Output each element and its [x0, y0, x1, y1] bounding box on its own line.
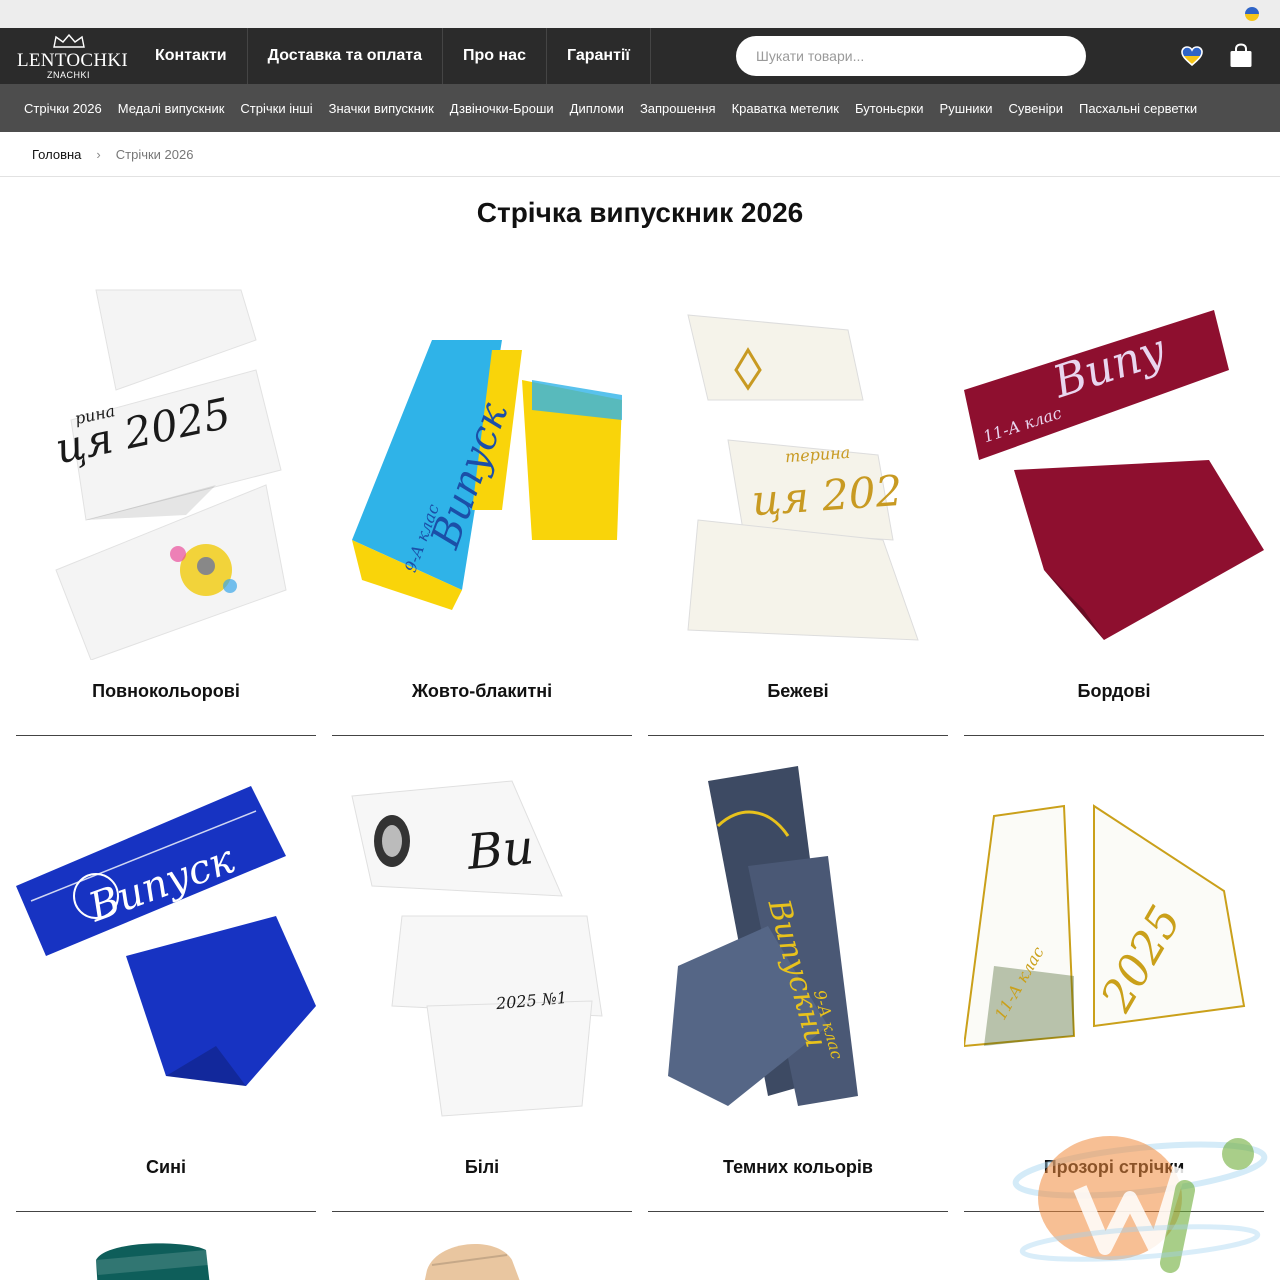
category-link[interactable]: Стрічки 2026: [16, 101, 110, 116]
grid-spacer: [648, 1212, 948, 1280]
crown-icon: [53, 34, 85, 48]
shopping-bag-icon[interactable]: [1229, 43, 1253, 68]
product-card[interactable]: Випускни 9-А клас Темних кольорів: [648, 736, 948, 1212]
breadcrumb: Головна › Стрічки 2026: [0, 132, 1280, 177]
ukraine-flag-icon[interactable]: [1245, 7, 1259, 21]
product-title[interactable]: Бежеві: [648, 681, 948, 702]
product-image[interactable]: Випуск 9-А клас: [332, 270, 632, 660]
breadcrumb-home[interactable]: Головна: [32, 147, 81, 162]
ribbon-inscription: Ви: [464, 819, 536, 881]
category-link[interactable]: Краватка метелик: [724, 101, 847, 116]
product-image[interactable]: ця 202 терина: [648, 270, 948, 660]
category-link[interactable]: Пасхальні серветки: [1071, 101, 1205, 116]
product-title[interactable]: Темних кольорів: [648, 1157, 948, 1178]
product-image[interactable]: ця 2025 рина: [16, 270, 316, 661]
category-link[interactable]: Рушники: [932, 101, 1001, 116]
product-card[interactable]: 2025 11-А клас Прозорі стрічки: [962, 736, 1264, 1212]
breadcrumb-current: Стрічки 2026: [115, 146, 194, 162]
product-title[interactable]: Сині: [16, 1157, 316, 1178]
product-title[interactable]: Бордові: [964, 681, 1264, 702]
ribbon-inscription: ця 202: [750, 466, 904, 525]
nav-guarantees[interactable]: Гарантії: [547, 28, 651, 84]
category-link[interactable]: Дипломи: [562, 101, 632, 116]
nav-about[interactable]: Про нас: [443, 28, 547, 84]
page-title: Стрічка випускник 2026: [476, 197, 804, 228]
nav-contacts[interactable]: Контакти: [135, 28, 248, 84]
product-image[interactable]: 2025 11-А клас: [962, 746, 1264, 1136]
site-header: LENTOCHKI ZNACHKI Контакти Доставка та о…: [0, 28, 1280, 84]
grid-spacer: [964, 1212, 1264, 1280]
category-bar: Стрічки 2026 Медалі випускник Стрічки інші…: [0, 84, 1280, 132]
site-logo[interactable]: LENTOCHKI ZNACHKI: [0, 28, 135, 84]
product-image[interactable]: Випу 11-А клас: [964, 270, 1264, 660]
nav-delivery[interactable]: Доставка та оплата: [248, 28, 444, 84]
product-card[interactable]: ця 202 терина Бежеві: [648, 260, 948, 736]
category-link[interactable]: Значки випускник: [321, 101, 442, 116]
main-nav: Контакти Доставка та оплата Про нас Гара…: [135, 28, 651, 84]
product-title[interactable]: Жовто-блакитні: [332, 681, 632, 702]
product-image[interactable]: Випускни 9-А клас: [648, 746, 948, 1136]
category-link[interactable]: Бутоньєрки: [847, 101, 932, 116]
logo-text: LENTOCHKI: [17, 50, 129, 71]
wishlist-heart-icon[interactable]: [1181, 74, 1203, 94]
product-card[interactable]: [16, 1212, 316, 1280]
product-title[interactable]: Білі: [332, 1157, 632, 1178]
category-link[interactable]: Сувеніри: [1001, 101, 1071, 116]
category-link[interactable]: Стрічки інші: [232, 101, 320, 116]
search-input[interactable]: [736, 36, 1086, 76]
product-image[interactable]: [332, 1230, 632, 1280]
wishlist-heart-icon[interactable]: [1181, 46, 1203, 66]
breadcrumb-separator: ›: [96, 146, 101, 162]
product-image[interactable]: Ви 2025 №1: [332, 746, 632, 1136]
product-card[interactable]: Ви 2025 №1 Білі: [332, 736, 632, 1212]
product-card[interactable]: Випу 11-А клас Бордові: [964, 260, 1264, 736]
product-card[interactable]: ця 2025 рина Повнокольорові: [16, 260, 316, 736]
product-card[interactable]: [332, 1212, 632, 1280]
category-link[interactable]: Медалі випускник: [110, 101, 233, 116]
top-utility-bar: [0, 0, 1280, 28]
product-card[interactable]: Випуск 9-А клас Жовто-блакитні: [332, 260, 632, 736]
product-card[interactable]: Випуск Сині: [16, 736, 316, 1212]
category-link[interactable]: Запрошення: [632, 101, 724, 116]
category-link[interactable]: Дзвіночки-Броши: [442, 101, 562, 116]
product-grid: ця 2025 рина Повнокольорові Випуск 9-А к…: [16, 260, 1264, 1280]
product-title[interactable]: Прозорі стрічки: [964, 1157, 1264, 1178]
product-title[interactable]: Повнокольорові: [16, 681, 316, 702]
product-image[interactable]: [16, 1230, 316, 1280]
logo-subtext: ZNACHKI: [47, 70, 91, 80]
product-image[interactable]: Випуск: [16, 746, 316, 1136]
